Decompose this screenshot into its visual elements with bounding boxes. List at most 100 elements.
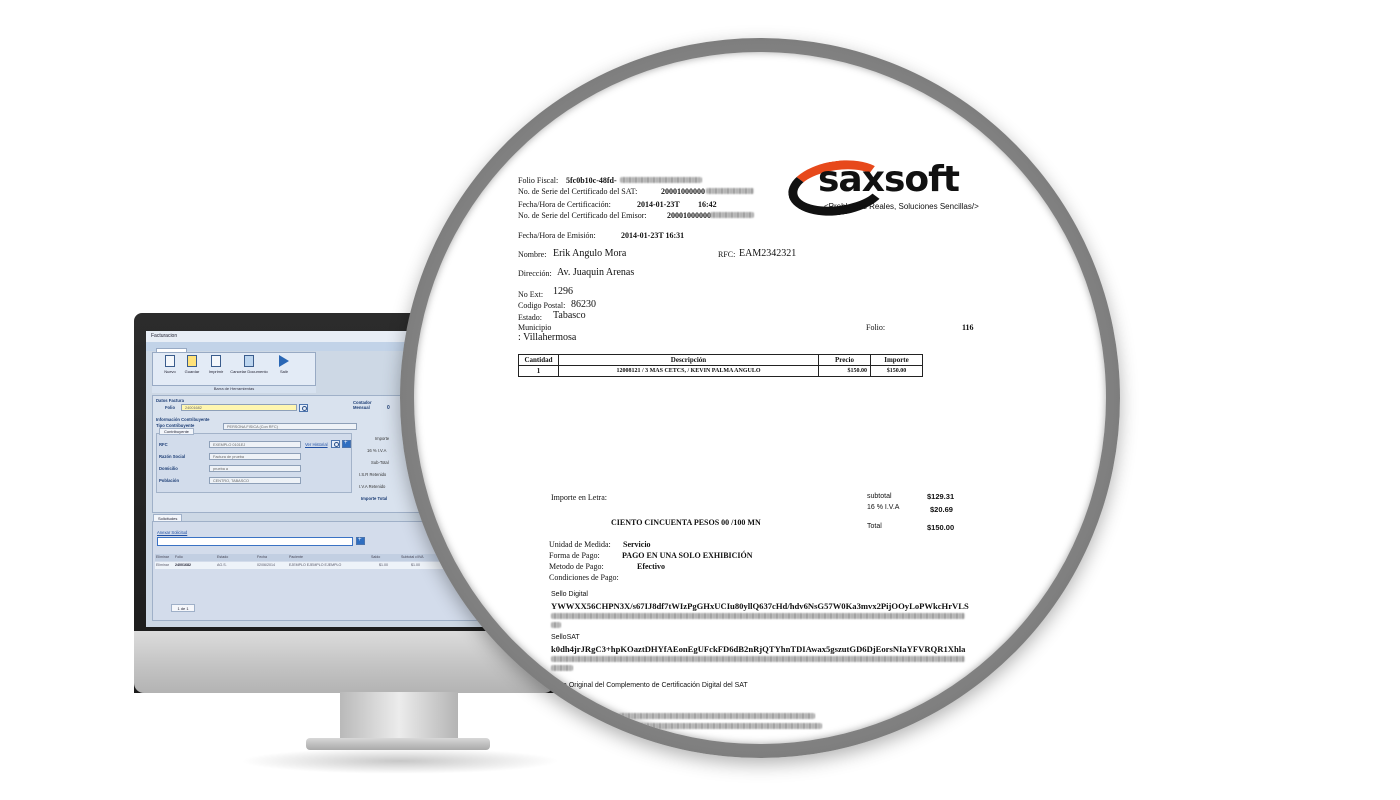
serie-sat-value: 20001000000 [661, 187, 705, 196]
rfc-label: RFC: [718, 250, 736, 259]
folio-label: Folio: [866, 323, 886, 332]
subtotal-label: subtotal [867, 493, 892, 500]
fecha-certificacion-date: 2014-01-23T [637, 200, 680, 209]
sello-digital-label: Sello Digital [551, 591, 588, 598]
municipio-value: : Villahermosa [518, 332, 577, 343]
redacted-sello-sat-end [551, 665, 573, 671]
save-button[interactable]: Guardar [179, 355, 205, 374]
condiciones-pago-label: Condiciones de Pago: [549, 573, 619, 582]
table-row: 1 12008121 / 3 MAS CETCS, / KEVIN PALMA … [518, 365, 923, 377]
nombre-label: Nombre: [518, 250, 547, 259]
invoice-document: Folio Fiscal: 5fc0b10c-48fd- No. de Seri… [414, 52, 1106, 744]
redacted-cadena-2 [602, 723, 822, 729]
ver-historial-link[interactable]: Ver Historial [305, 442, 328, 447]
anexar-solicitud-link[interactable]: Anexar Solicitud [157, 530, 187, 535]
rfc-label: RFC [159, 442, 168, 447]
folio-label: Folio [165, 405, 176, 410]
folio-input[interactable]: 24001682 [181, 404, 297, 411]
saxsoft-logo: saxsoft <Problemas Reales, Soluciones Se… [784, 154, 1000, 222]
add-solicitud-button[interactable] [356, 537, 365, 545]
contador-label: Contador Mensual [353, 400, 372, 410]
contador-value: 0 [387, 405, 390, 411]
rfc-search-button[interactable] [331, 440, 340, 448]
fecha-emision-value: 2014-01-23T 16:31 [621, 231, 685, 240]
metodo-pago-value: Efectivo [637, 562, 665, 571]
iva-value: $20.69 [930, 505, 953, 514]
direccion-value: Av. Juaquin Arenas [557, 267, 635, 278]
razon-social-label: Razón Social [159, 454, 186, 459]
cadena-original-label: a Original del Complemento de Certificac… [563, 682, 748, 689]
fecha-certificacion-label: Fecha/Hora de Certificación: [518, 200, 611, 209]
cancel-document-button[interactable]: Cancelar Documento [227, 355, 271, 374]
redacted-serie-emisor [710, 212, 754, 218]
toolbar: Nuevo Guardar Imprimir Cancelar Document… [152, 352, 316, 386]
logo-tagline: <Problemas Reales, Soluciones Sencillas/… [824, 202, 979, 211]
datos-factura-heading: Datos Factura [156, 398, 184, 403]
redacted-sello-digital-end [551, 622, 561, 628]
print-button[interactable]: Imprimir [203, 355, 229, 374]
no-ext-value: 1296 [553, 286, 573, 297]
cancel-document-icon [244, 355, 254, 367]
tab-contribuyente[interactable]: Contribuyente [159, 428, 194, 435]
fecha-certificacion-time: 16:42 [698, 200, 717, 209]
metodo-pago-label: Metodo de Pago: [549, 562, 604, 571]
domicilio-label: Domicilio [159, 466, 178, 471]
contribuyente-panel: Contribuyente RFC EXEMPLO 0101EJ Ver His… [156, 428, 352, 493]
document-icon [165, 355, 175, 367]
poblacion-label: Población [159, 478, 180, 483]
exit-button[interactable]: Salir [271, 355, 297, 374]
forma-pago-label: Forma de Pago: [549, 551, 600, 560]
nombre-value: Erik Angulo Mora [553, 248, 627, 259]
redacted-folio [620, 177, 702, 183]
redacted-serie-sat [706, 188, 754, 194]
serie-emisor-label: No. de Serie del Certificado del Emisor: [518, 211, 647, 220]
grid-header: Eliminar Folio Estado Fecha Paciente Sal… [155, 554, 455, 561]
poblacion-input[interactable]: CENTRO, TABASCO [209, 477, 301, 484]
unidad-value: Servicio [623, 540, 651, 549]
folio-value: 116 [962, 323, 974, 332]
rfc-add-button[interactable] [342, 440, 351, 448]
cp-value: 86230 [571, 299, 596, 310]
serie-emisor-value: 20001000000 [667, 211, 711, 220]
solicitud-input[interactable] [157, 537, 353, 546]
total-label-isr: I.S.R Retenido [359, 472, 387, 477]
total-label-iva: 16 % I.V.A [367, 448, 387, 453]
printer-icon [211, 355, 221, 367]
items-table: Cantidad Descripción Precio Importe 1 12… [518, 354, 923, 377]
pager[interactable]: 1 de 1 [171, 604, 195, 612]
domicilio-input[interactable]: prueba a [209, 465, 301, 472]
folio-fiscal-label: Folio Fiscal: [518, 176, 559, 185]
rfc-input[interactable]: EXEMPLO 0101EJ [209, 441, 301, 448]
sello-digital-value: YWWXX56CHPN3X/s67IJ8df7tWIzPgGHxUCIu80yl… [551, 601, 969, 611]
razon-social-input[interactable]: Factura de prueba [209, 453, 301, 460]
tab-solicitudes[interactable]: Solicitudes [153, 514, 183, 522]
delete-row-button[interactable]: Eliminar [156, 562, 169, 569]
table-row[interactable]: Eliminar 24001682 AG.S. 02/06/2014 EJEMP… [155, 562, 455, 569]
importe-letra-value: CIENTO CINCUENTA PESOS 00 /100 MN [611, 518, 761, 527]
estado-label: Estado: [518, 313, 542, 322]
magnifier-lens: Folio Fiscal: 5fc0b10c-48fd- No. de Seri… [414, 52, 1106, 744]
arrow-right-icon [279, 355, 289, 367]
total-label: Total [867, 523, 882, 530]
rfc-value: EAM2342321 [739, 248, 797, 259]
stand-shadow [240, 748, 560, 774]
redacted-sello-sat [551, 656, 965, 662]
folio-search-button[interactable] [299, 404, 308, 412]
tipo-contribuyente-select[interactable]: PERSONA FISICA (Con RFC) [223, 423, 357, 430]
sello-sat-label: SelloSAT [551, 634, 580, 641]
total-label-subtotal: Sub-Total [371, 460, 389, 465]
municipio-label: Municipio [518, 323, 552, 332]
toolbar-caption: Barra de Herramientas [152, 386, 316, 393]
redacted-cadena [619, 713, 815, 719]
floppy-icon [187, 355, 197, 367]
sello-sat-value: k0dh4jrJRgC3+hpKOaztDHYfAEonEgUFckFD6dB2… [551, 644, 966, 654]
subtotal-value: $129.31 [927, 492, 955, 501]
serie-sat-label: No. de Serie del Certificado del SAT: [518, 187, 638, 196]
redacted-sello-digital [551, 613, 965, 619]
total-value: $150.00 [927, 523, 955, 532]
no-ext-label: No Ext: [518, 290, 544, 299]
forma-pago-value: PAGO EN UNA SOLO EXHIBICIÓN [622, 551, 753, 560]
logo-text: saxsoft [818, 159, 960, 200]
info-contribuyente-heading: Información Contribuyente [156, 417, 210, 422]
fecha-emision-label: Fecha/Hora de Emisión: [518, 231, 596, 240]
